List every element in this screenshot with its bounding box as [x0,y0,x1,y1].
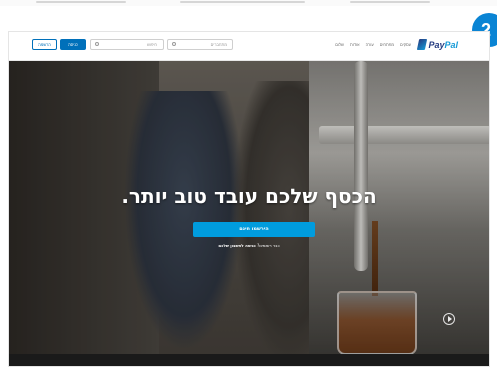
signup-free-button[interactable]: הירשמו חינם [193,222,315,237]
search-icon [172,42,176,46]
search-input-secondary[interactable]: מתחברים [167,39,233,50]
top-strip [0,0,497,6]
nav-link-help[interactable]: עזרה [366,42,374,47]
nav-link-business[interactable]: עסקים [400,42,411,47]
hero-headline: הכסף שלכם עובד טוב יותר. [121,184,377,208]
nav-link-developers[interactable]: מפתחים [380,42,394,47]
top-navbar: PayPal עסקים מפתחים עזרה אודות שלום מתחב… [9,32,489,61]
signup-button[interactable]: הרשמה [32,39,57,50]
hero-banner: הכסף שלכם עובד טוב יותר. הירשמו חינם כבר… [9,61,489,366]
nav-link-hello[interactable]: שלום [335,42,344,47]
hero-bottom-bar [9,354,489,366]
nav-links: עסקים מפתחים עזרה אודות שלום [335,42,411,47]
search-icon [95,42,99,46]
nav-link-about[interactable]: אודות [350,42,360,47]
hero-subtext-prefix: כבר רשומים? [257,243,280,248]
login-link[interactable]: כניסה לחשבון שלכם [218,243,255,248]
play-video-icon[interactable] [443,313,455,325]
paypal-mark-icon [417,39,428,50]
login-button[interactable]: כניסה [60,39,86,50]
search-input[interactable]: חיפוש [90,39,164,50]
browser-frame: PayPal עסקים מפתחים עזרה אודות שלום מתחב… [8,31,490,367]
paypal-logo[interactable]: PayPal [417,39,458,50]
hero-subtext: כבר רשומים? כניסה לחשבון שלכם [9,243,489,248]
hero-overlay [9,61,489,366]
